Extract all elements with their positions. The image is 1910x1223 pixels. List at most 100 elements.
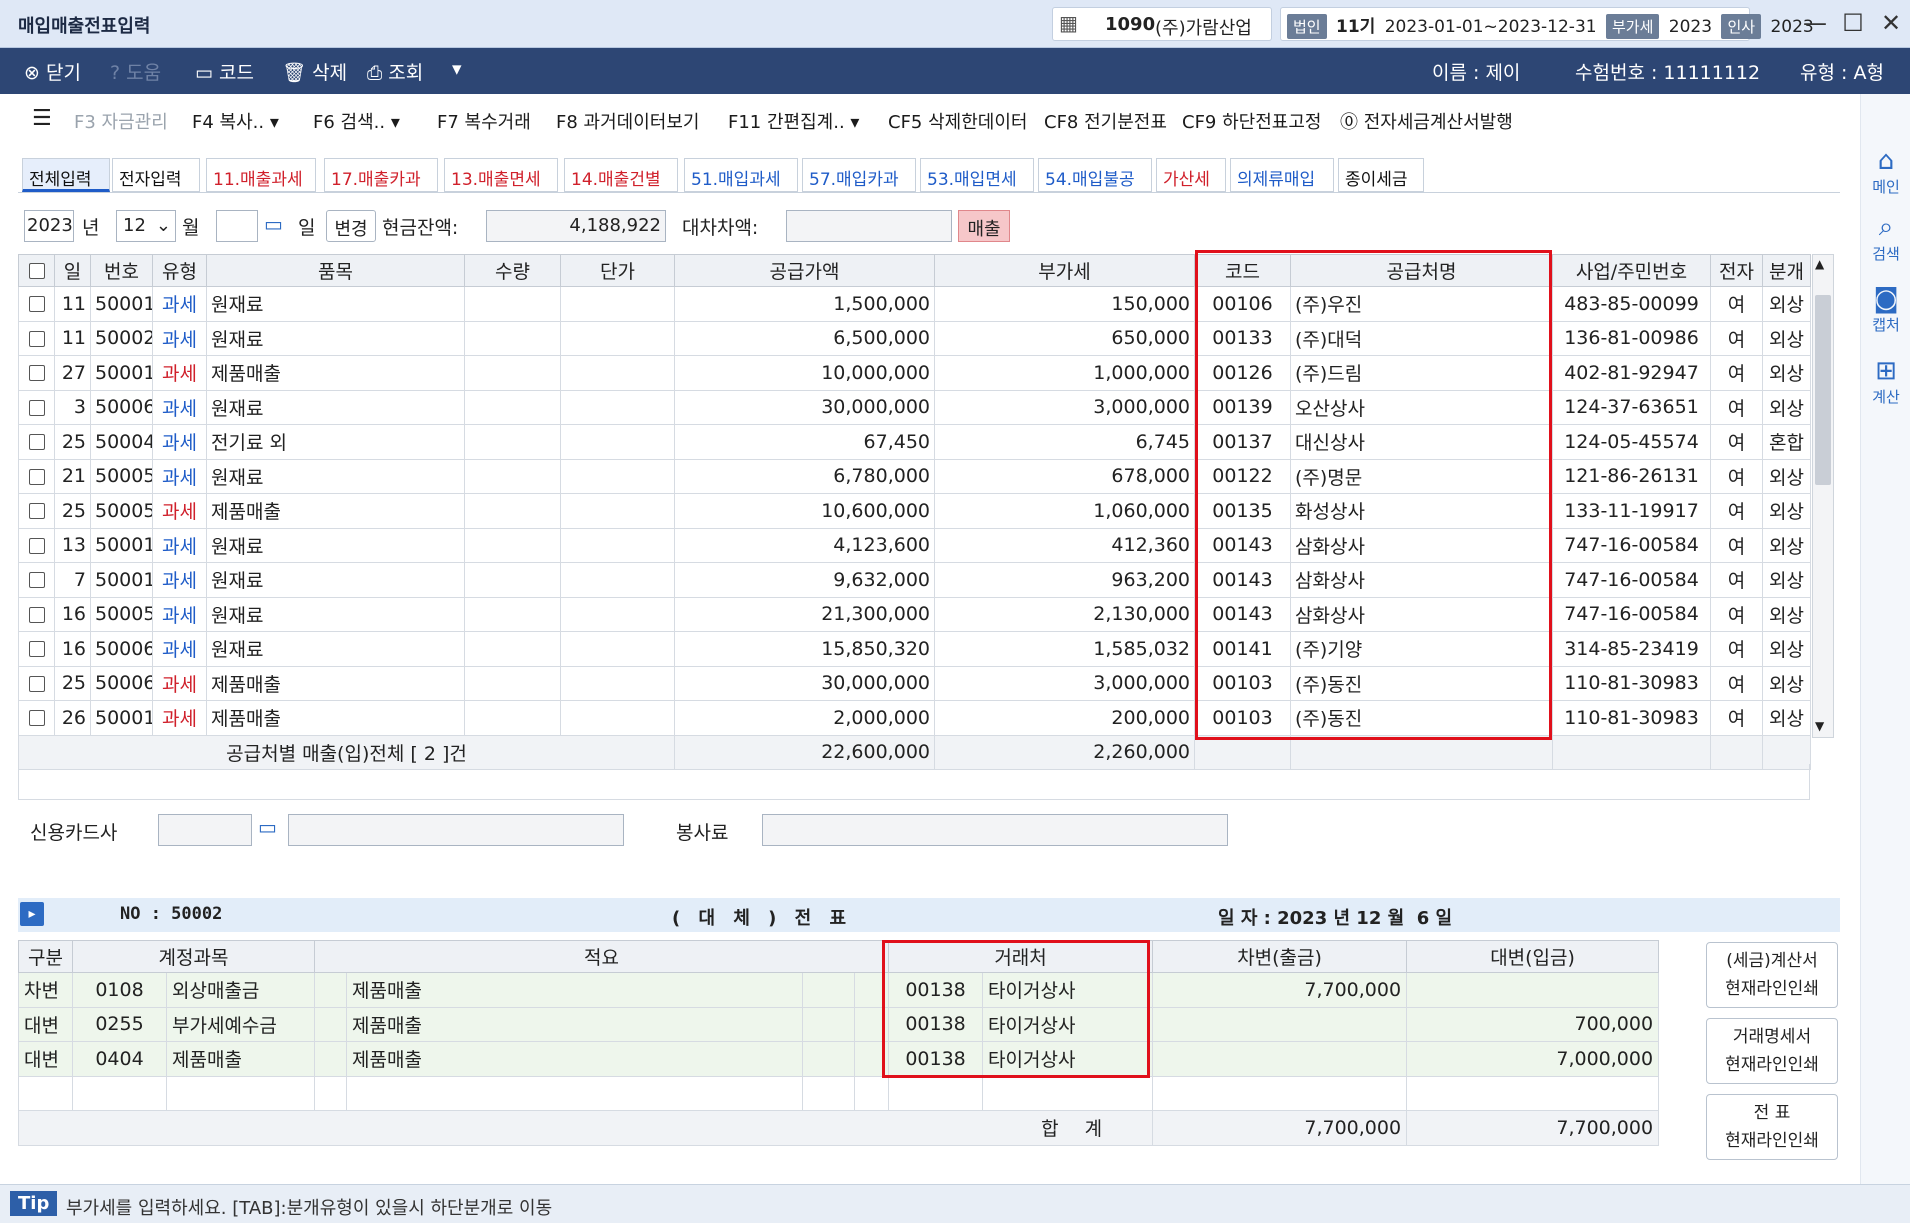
code-button[interactable]: ▭ 코드 (195, 58, 254, 85)
slip-empty-row[interactable] (18, 1075, 1660, 1111)
cell-vendor[interactable]: 대신상사 (1290, 424, 1553, 460)
scroll-thumb[interactable] (1815, 295, 1831, 485)
delete-button[interactable]: 🗑 삭제 (282, 58, 347, 85)
cell-day[interactable]: 27 (54, 355, 91, 391)
cell-qty[interactable] (464, 355, 561, 391)
slip-customer-code[interactable]: 00138 (888, 972, 984, 1008)
cell-day[interactable]: 3 (54, 389, 91, 425)
close-button[interactable]: ⊗ 닫기 (24, 58, 81, 85)
table-row[interactable]: 25 50006 과세 제품매출 30,000,000 3,000,000 00103 (주)… (18, 665, 1811, 701)
cell-vat[interactable]: 1,585,032 (934, 631, 1195, 667)
slip-empty-cell[interactable] (1406, 1075, 1660, 1111)
slip-row[interactable]: 대변 0404 제품매출 제품매출 00138 타이거상사 7,000,000 (18, 1041, 1660, 1077)
checkbox-icon[interactable] (28, 641, 45, 658)
tab-sales-taxable[interactable]: 11.매출과세 (206, 158, 316, 192)
row-checkbox[interactable] (18, 320, 55, 356)
cell-vendor[interactable]: (주)명문 (1290, 458, 1553, 494)
cell-vat[interactable]: 150,000 (934, 286, 1195, 322)
cell-type[interactable]: 과세 (152, 355, 207, 391)
cell-entry[interactable]: 외상 (1762, 665, 1811, 701)
cell-type[interactable]: 과세 (152, 562, 207, 598)
cell-electronic[interactable]: 여 (1710, 286, 1763, 322)
table-row[interactable]: 27 50001 과세 제품매출 10,000,000 1,000,000 00126 (주)… (18, 355, 1811, 391)
cell-biz-number[interactable]: 747-16-00584 (1552, 562, 1711, 598)
row-checkbox[interactable] (18, 631, 55, 667)
tax-invoice-print-button[interactable]: (세금)계산서 현재라인인쇄 (1706, 942, 1838, 1008)
sidebar-search-button[interactable]: ⌕ 검색 (1861, 212, 1910, 264)
change-button[interactable]: 변경 (326, 210, 376, 242)
tab-purchase-card[interactable]: 57.매입카과 (802, 158, 916, 192)
month-select[interactable]: 12 ⌄ (116, 210, 176, 242)
cell-entry[interactable]: 혼합 (1762, 424, 1811, 460)
checkbox-icon[interactable] (28, 537, 45, 554)
cell-qty[interactable] (464, 665, 561, 701)
slip-credit[interactable]: 7,000,000 (1406, 1041, 1660, 1077)
row-checkbox[interactable] (18, 596, 55, 632)
grid-scrollbar[interactable]: ▲ ▼ (1812, 254, 1834, 738)
row-checkbox[interactable] (18, 389, 55, 425)
cell-number[interactable]: 50001 (90, 700, 153, 736)
slip-customer-code[interactable]: 00138 (888, 1006, 984, 1042)
cell-biz-number[interactable]: 402-81-92947 (1552, 355, 1711, 391)
table-row[interactable]: 21 50005 과세 원재료 6,780,000 678,000 00122 (주)명문 12… (18, 458, 1811, 494)
cell-supply[interactable]: 1,500,000 (674, 286, 935, 322)
cell-code[interactable]: 00135 (1194, 493, 1291, 529)
cell-number[interactable]: 50001 (90, 562, 153, 598)
cell-code[interactable]: 00137 (1194, 424, 1291, 460)
cell-day[interactable]: 25 (54, 493, 91, 529)
cell-vendor[interactable]: 삼화상사 (1290, 596, 1553, 632)
e-tax-invoice-button[interactable]: ⓪ 전자세금계산서발행 (1340, 108, 1513, 134)
cell-vat[interactable]: 678,000 (934, 458, 1195, 494)
cell-electronic[interactable]: 여 (1710, 424, 1763, 460)
slip-customer-name[interactable]: 타이거상사 (982, 972, 1154, 1008)
slip-empty-cell[interactable] (802, 1075, 856, 1111)
slip-debit[interactable]: 7,700,000 (1152, 972, 1408, 1008)
day-input[interactable] (216, 210, 258, 242)
cell-supply[interactable]: 9,632,000 (674, 562, 935, 598)
cell-entry[interactable]: 외상 (1762, 355, 1811, 391)
checkbox-icon[interactable] (28, 503, 45, 520)
fkey-f8[interactable]: F8 과거데이터보기 (556, 108, 699, 134)
cell-entry[interactable]: 외상 (1762, 458, 1811, 494)
cell-vat[interactable]: 2,130,000 (934, 596, 1195, 632)
close-window-icon[interactable]: ✕ (1876, 8, 1906, 38)
cell-price[interactable] (560, 286, 675, 322)
cell-vendor[interactable]: (주)기양 (1290, 631, 1553, 667)
cell-qty[interactable] (464, 527, 561, 563)
cell-vat[interactable]: 963,200 (934, 562, 1195, 598)
cell-item[interactable]: 제품매출 (206, 665, 465, 701)
fkey-f7[interactable]: F7 복수거래 (437, 108, 531, 134)
cell-qty[interactable] (464, 458, 561, 494)
row-checkbox[interactable] (18, 286, 55, 322)
cell-item[interactable]: 전기료 외 (206, 424, 465, 460)
cell-number[interactable]: 50005 (90, 458, 153, 494)
cell-price[interactable] (560, 562, 675, 598)
cell-supply[interactable]: 67,450 (674, 424, 935, 460)
cell-electronic[interactable]: 여 (1710, 493, 1763, 529)
cell-code[interactable]: 00122 (1194, 458, 1291, 494)
maximize-icon[interactable]: ☐ (1838, 8, 1868, 38)
cell-code[interactable]: 00143 (1194, 562, 1291, 598)
slip-row[interactable]: 차변 0108 외상매출금 제품매출 00138 타이거상사 7,700,000 (18, 972, 1660, 1008)
cell-qty[interactable] (464, 596, 561, 632)
cell-biz-number[interactable]: 314-85-23419 (1552, 631, 1711, 667)
cell-code[interactable]: 00103 (1194, 665, 1291, 701)
fkey-f6[interactable]: F6 검색.. ▾ (313, 108, 400, 134)
cell-entry[interactable]: 외상 (1762, 493, 1811, 529)
cell-entry[interactable]: 외상 (1762, 527, 1811, 563)
cell-price[interactable] (560, 527, 675, 563)
slip-empty-cell[interactable] (72, 1075, 167, 1111)
slip-customer-name[interactable]: 타이거상사 (982, 1041, 1154, 1077)
cell-day[interactable]: 11 (54, 320, 91, 356)
cell-supply[interactable]: 6,500,000 (674, 320, 935, 356)
fkey-f11[interactable]: F11 간편집계.. ▾ (728, 108, 859, 134)
slip-debit[interactable] (1152, 1041, 1408, 1077)
slip-customer-code[interactable]: 00138 (888, 1041, 984, 1077)
cell-vendor[interactable]: 삼화상사 (1290, 562, 1553, 598)
slip-account-name[interactable]: 부가세예수금 (165, 1006, 316, 1042)
slip-customer-name[interactable]: 타이거상사 (982, 1006, 1154, 1042)
cell-item[interactable]: 원재료 (206, 527, 465, 563)
cell-item[interactable]: 제품매출 (206, 493, 465, 529)
credit-card-code-field[interactable] (158, 814, 252, 846)
cell-biz-number[interactable]: 136-81-00986 (1552, 320, 1711, 356)
